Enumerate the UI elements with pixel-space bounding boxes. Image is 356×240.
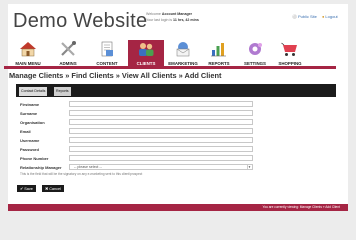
phone-label: Phone Number bbox=[20, 156, 49, 161]
relationship-manager-value: -- please select -- bbox=[74, 165, 102, 169]
save-button[interactable]: ✔ Save bbox=[17, 185, 36, 192]
user-name: Account Manager bbox=[161, 12, 193, 16]
cart-icon bbox=[281, 42, 297, 56]
nav-item-reports[interactable]: REPORTS bbox=[201, 40, 237, 66]
organisation-label: Organisation bbox=[20, 120, 45, 125]
relationship-manager-hint: This is the field that will be the signa… bbox=[20, 172, 143, 176]
nav-item-main-menu[interactable]: MAIN MENU bbox=[10, 40, 46, 66]
surname-label: Surname bbox=[20, 111, 38, 116]
logout-icon: ● bbox=[322, 13, 325, 19]
cancel-button[interactable]: ✖ Cancel bbox=[42, 185, 65, 192]
nav-accent-bar bbox=[4, 66, 336, 69]
breadcrumb[interactable]: Manage Clients » Find Clients » View All… bbox=[9, 71, 221, 80]
house-icon bbox=[20, 42, 36, 57]
public-site-link[interactable]: ⚪ Public Site bbox=[292, 14, 317, 19]
relationship-manager-label: Relationship Manager bbox=[20, 165, 62, 170]
gear-icon bbox=[249, 43, 262, 55]
check-icon: ✔ bbox=[20, 187, 24, 191]
tools-icon bbox=[61, 41, 76, 56]
chevron-down-icon: ▼ bbox=[247, 165, 251, 169]
envelope-icon bbox=[176, 42, 190, 57]
logout-label: Logout bbox=[325, 14, 338, 19]
tab-reports[interactable]: Reports bbox=[54, 87, 71, 96]
nav-item-content[interactable]: CONTENT bbox=[89, 40, 125, 66]
nav-item-emarketing[interactable]: EMARKETING bbox=[165, 40, 201, 66]
logout-link[interactable]: ● Logout bbox=[322, 14, 338, 19]
footer-bar: You are currently viewing: Manage Client… bbox=[8, 204, 348, 211]
nav-item-admins[interactable]: ADMINS bbox=[50, 40, 86, 66]
tab-contact-details[interactable]: Contact Details bbox=[19, 87, 48, 96]
tab-bar: Contact Details Reports bbox=[16, 84, 336, 97]
organisation-field[interactable] bbox=[69, 119, 253, 125]
surname-field[interactable] bbox=[69, 110, 253, 116]
close-icon: ✖ bbox=[45, 187, 49, 191]
site-title: Demo Website bbox=[13, 10, 148, 32]
relationship-manager-select[interactable]: -- please select -- ▼ bbox=[69, 164, 253, 170]
cancel-label: Cancel bbox=[49, 186, 62, 191]
login-time: 11 hrs, 42 mins bbox=[173, 18, 199, 22]
username-label: Username bbox=[20, 138, 40, 143]
password-field[interactable] bbox=[69, 146, 253, 152]
phone-field[interactable] bbox=[69, 155, 253, 161]
page-frame bbox=[8, 4, 348, 211]
login-prefix: Your last login is bbox=[146, 18, 173, 22]
chart-icon bbox=[211, 43, 226, 57]
nav-item-settings[interactable]: SETTINGS bbox=[237, 40, 273, 66]
public-site-label: Public Site bbox=[297, 14, 317, 19]
save-label: Save bbox=[24, 186, 33, 191]
firstname-label: Firstname bbox=[20, 102, 40, 107]
welcome-prefix: Welcome bbox=[146, 12, 161, 16]
email-field[interactable] bbox=[69, 128, 253, 134]
firstname-field[interactable] bbox=[69, 101, 253, 107]
users-icon bbox=[139, 43, 154, 56]
nav-item-shopping[interactable]: SHOPPING bbox=[272, 40, 308, 66]
nav-item-clients[interactable]: CLIENTS bbox=[128, 40, 164, 66]
username-field[interactable] bbox=[69, 137, 253, 143]
footer-status: You are currently viewing: Manage Client… bbox=[262, 205, 341, 209]
globe-icon: ⚪ bbox=[292, 13, 297, 19]
document-icon bbox=[101, 41, 113, 57]
user-info: Welcome Account Manager Your last login … bbox=[146, 11, 199, 23]
password-label: Password bbox=[20, 147, 39, 152]
email-label: Email bbox=[20, 129, 31, 134]
